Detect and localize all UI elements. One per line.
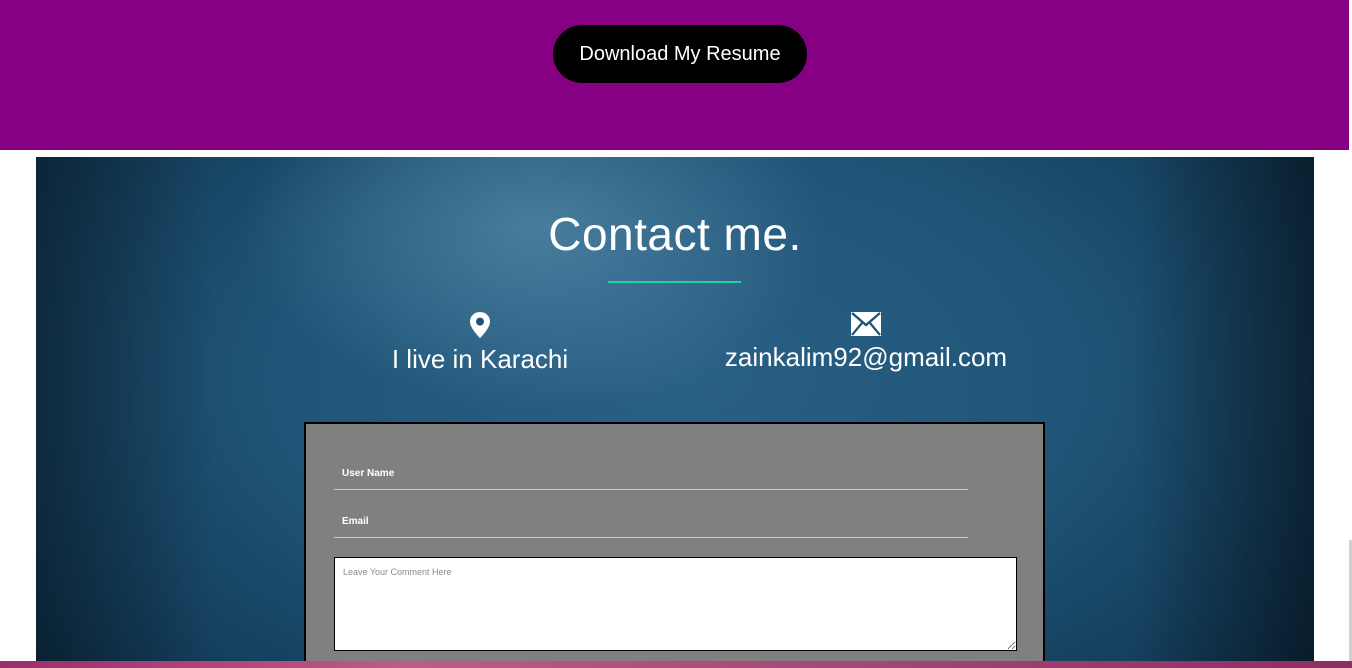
username-field-wrapper	[334, 458, 968, 490]
envelope-icon	[716, 312, 1016, 336]
contact-title: Contact me.	[548, 208, 802, 260]
email-info: zainkalim92@gmail.com	[716, 312, 1016, 373]
download-resume-button[interactable]: Download My Resume	[553, 25, 807, 83]
resume-section: Download My Resume	[0, 0, 1349, 150]
map-pin-icon	[386, 312, 574, 338]
location-text: I live in Karachi	[386, 344, 574, 375]
comment-textarea[interactable]	[334, 557, 1017, 651]
email-address[interactable]: zainkalim92@gmail.com	[716, 342, 1016, 373]
username-input[interactable]	[334, 458, 968, 489]
location-city: Karachi	[480, 344, 569, 374]
email-field-wrapper	[334, 506, 968, 538]
email-input[interactable]	[334, 506, 968, 537]
contact-section: Contact me. I live in Karachi zainkalim9…	[36, 157, 1314, 668]
location-info: I live in Karachi	[386, 312, 574, 375]
title-underline	[608, 281, 741, 283]
contact-form	[304, 422, 1045, 668]
os-taskbar	[0, 661, 1352, 668]
location-prefix: I live in	[391, 344, 480, 374]
